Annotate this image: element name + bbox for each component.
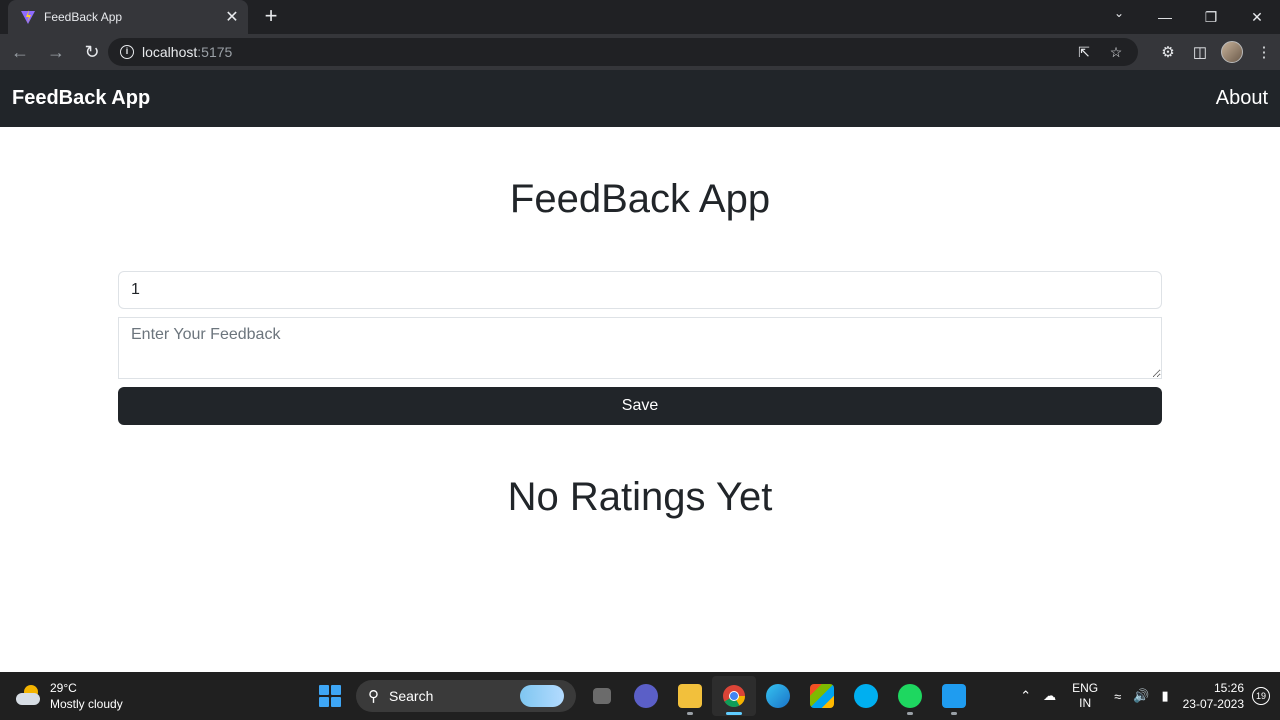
browser-tabbar: FeedBack App ✕ + ⌄ — ❐ ✕	[0, 0, 1280, 34]
volume-icon[interactable]: 🔊	[1133, 688, 1149, 704]
chat-icon	[634, 684, 658, 708]
teams-chat-button[interactable]	[624, 676, 668, 716]
side-panel-icon[interactable]: ◫	[1184, 34, 1216, 70]
start-button[interactable]	[308, 676, 352, 716]
file-explorer-button[interactable]	[668, 676, 712, 716]
vite-favicon-icon	[21, 10, 35, 24]
weather-temperature: 29°C	[50, 681, 77, 695]
language-indicator[interactable]: ENG IN	[1072, 681, 1098, 711]
partly-cloudy-icon	[14, 685, 42, 707]
skype-icon	[854, 684, 878, 708]
windows-logo-icon	[319, 685, 341, 707]
tab-search-chevron-icon[interactable]: ⌄	[1104, 6, 1134, 28]
search-highlight-icon	[520, 685, 564, 707]
search-label: Search	[389, 688, 434, 704]
language-secondary: IN	[1079, 696, 1092, 710]
navbar-brand[interactable]: FeedBack App	[12, 87, 150, 110]
feedback-textarea[interactable]	[118, 317, 1162, 379]
store-button[interactable]	[800, 676, 844, 716]
address-bar[interactable]: i localhost:5175 ⇱ ☆	[108, 38, 1138, 66]
minimize-button[interactable]: —	[1142, 0, 1188, 34]
spotify-icon	[898, 684, 922, 708]
browser-tab[interactable]: FeedBack App ✕	[8, 0, 248, 34]
url-host: localhost	[142, 44, 198, 60]
app-navbar: FeedBack App About	[0, 70, 1280, 127]
task-view-button[interactable]	[580, 676, 624, 716]
close-tab-icon[interactable]: ✕	[220, 7, 244, 27]
edge-icon	[766, 684, 790, 708]
extensions-puzzle-icon[interactable]: ⚙	[1152, 34, 1184, 70]
site-info-icon[interactable]: i	[120, 45, 134, 59]
folder-icon	[678, 684, 702, 708]
skype-button[interactable]	[844, 676, 888, 716]
share-icon[interactable]: ⇱	[1068, 38, 1100, 66]
tab-title: FeedBack App	[44, 10, 123, 24]
task-view-icon	[593, 688, 611, 704]
about-link[interactable]: About	[1216, 87, 1268, 110]
hidden-icons-chevron-icon[interactable]: ⌃	[1020, 688, 1031, 704]
onedrive-icon[interactable]: ☁	[1043, 688, 1056, 704]
back-arrow-icon[interactable]: ←	[4, 36, 36, 68]
store-icon	[810, 684, 834, 708]
close-window-button[interactable]: ✕	[1234, 0, 1280, 34]
browser-toolbar: ← → ↻ i localhost:5175 ⇱ ☆ ⚙ ◫ ⋮	[0, 34, 1280, 70]
notification-badge[interactable]: 19	[1252, 687, 1270, 705]
clock[interactable]: 15:26 23-07-2023	[1183, 680, 1244, 712]
vscode-button[interactable]	[932, 676, 976, 716]
clock-time: 15:26	[1213, 681, 1244, 695]
new-tab-button[interactable]: +	[258, 4, 284, 30]
bookmark-star-icon[interactable]: ☆	[1100, 38, 1132, 66]
search-icon: ⚲	[368, 688, 379, 705]
windows-taskbar: 29°C Mostly cloudy ⚲ Search ⌃ ☁ ENG IN ≈…	[0, 672, 1280, 720]
spotify-button[interactable]	[888, 676, 932, 716]
language-primary: ENG	[1072, 681, 1099, 695]
clock-date: 23-07-2023	[1182, 697, 1244, 711]
weather-widget[interactable]: 29°C Mostly cloudy	[14, 680, 123, 712]
weather-condition: Mostly cloudy	[50, 697, 123, 711]
vscode-icon	[942, 684, 966, 708]
rating-input[interactable]	[118, 271, 1162, 309]
reload-icon[interactable]: ↻	[76, 36, 108, 68]
restore-button[interactable]: ❐	[1188, 0, 1234, 34]
url-port: :5175	[197, 44, 233, 60]
edge-button[interactable]	[756, 676, 800, 716]
battery-icon[interactable]: ▮	[1161, 688, 1168, 704]
main-content: FeedBack App Save No Ratings Yet	[0, 127, 1280, 672]
chrome-button[interactable]	[712, 676, 756, 716]
page-title: FeedBack App	[509, 177, 771, 221]
system-tray: ⌃ ☁ ENG IN ≈ 🔊 ▮ 15:26 23-07-2023 19	[1014, 672, 1280, 720]
chrome-icon	[723, 685, 745, 707]
menu-kebab-icon[interactable]: ⋮	[1248, 34, 1280, 70]
profile-avatar[interactable]	[1216, 34, 1248, 70]
save-button[interactable]: Save	[118, 387, 1162, 425]
wifi-icon[interactable]: ≈	[1114, 689, 1121, 704]
taskbar-search[interactable]: ⚲ Search	[356, 680, 576, 712]
forward-arrow-icon[interactable]: →	[40, 36, 72, 68]
no-ratings-message: No Ratings Yet	[507, 475, 773, 519]
